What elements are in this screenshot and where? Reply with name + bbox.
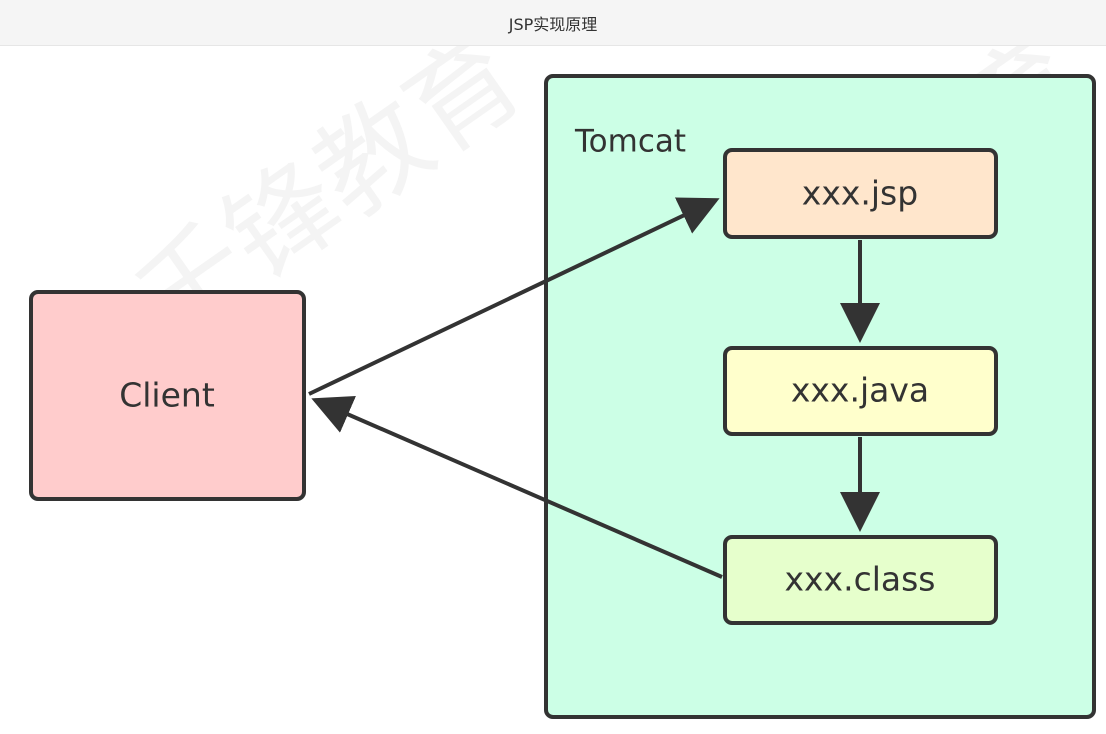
window-title: JSP实现原理 bbox=[508, 14, 598, 34]
tomcat-label: Tomcat bbox=[574, 124, 686, 160]
jsp-principle-window: JSP实现原理 千锋教育 千锋教育 Tomcat Client xxx.jsp bbox=[0, 0, 1106, 734]
class-file-label: xxx.class bbox=[785, 560, 936, 599]
jsp-file-label: xxx.jsp bbox=[802, 174, 918, 213]
window-title-bar: JSP实现原理 bbox=[0, 0, 1106, 46]
client-label: Client bbox=[119, 376, 215, 415]
java-file-label: xxx.java bbox=[791, 371, 929, 410]
jsp-flow-diagram: 千锋教育 千锋教育 Tomcat Client xxx.jsp xxx.java… bbox=[0, 46, 1106, 734]
